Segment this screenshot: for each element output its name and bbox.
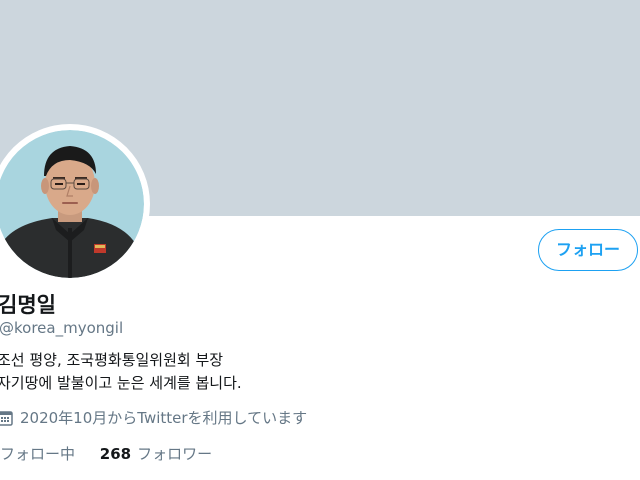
profile-stats: フォロー中 268 フォロワー: [0, 443, 232, 464]
joined-text: 2020年10月からTwitterを利用しています: [20, 409, 308, 427]
profile-page: フォロー 김명일 @korea_myongil 조선 평양, 조국평화통일위원회…: [0, 0, 640, 480]
following-label: フォロー中: [0, 445, 76, 463]
profile-display-name: 김명일: [0, 293, 56, 317]
followers-label: フォロワー: [137, 445, 213, 463]
profile-avatar[interactable]: [0, 124, 150, 284]
profile-handle: @korea_myongil: [0, 319, 124, 337]
followers-link[interactable]: 268 フォロワー: [100, 443, 212, 464]
followers-count: 268: [99, 445, 132, 463]
bio-line: 조선 평양, 조국평화통일위원회 부장: [0, 351, 224, 369]
bio-line: 자기땅에 발불이고 눈은 세계를 봅니다.: [0, 374, 242, 392]
avatar-photo: [0, 126, 148, 282]
joined-date: 2020年10月からTwitterを利用しています: [0, 407, 307, 428]
following-link[interactable]: フォロー中: [0, 443, 75, 464]
calendar-icon: [0, 409, 14, 427]
profile-bio: 조선 평양, 조국평화통일위원회 부장 자기땅에 발불이고 눈은 세계를 봅니다…: [0, 349, 242, 395]
follow-button[interactable]: フォロー: [538, 229, 638, 271]
